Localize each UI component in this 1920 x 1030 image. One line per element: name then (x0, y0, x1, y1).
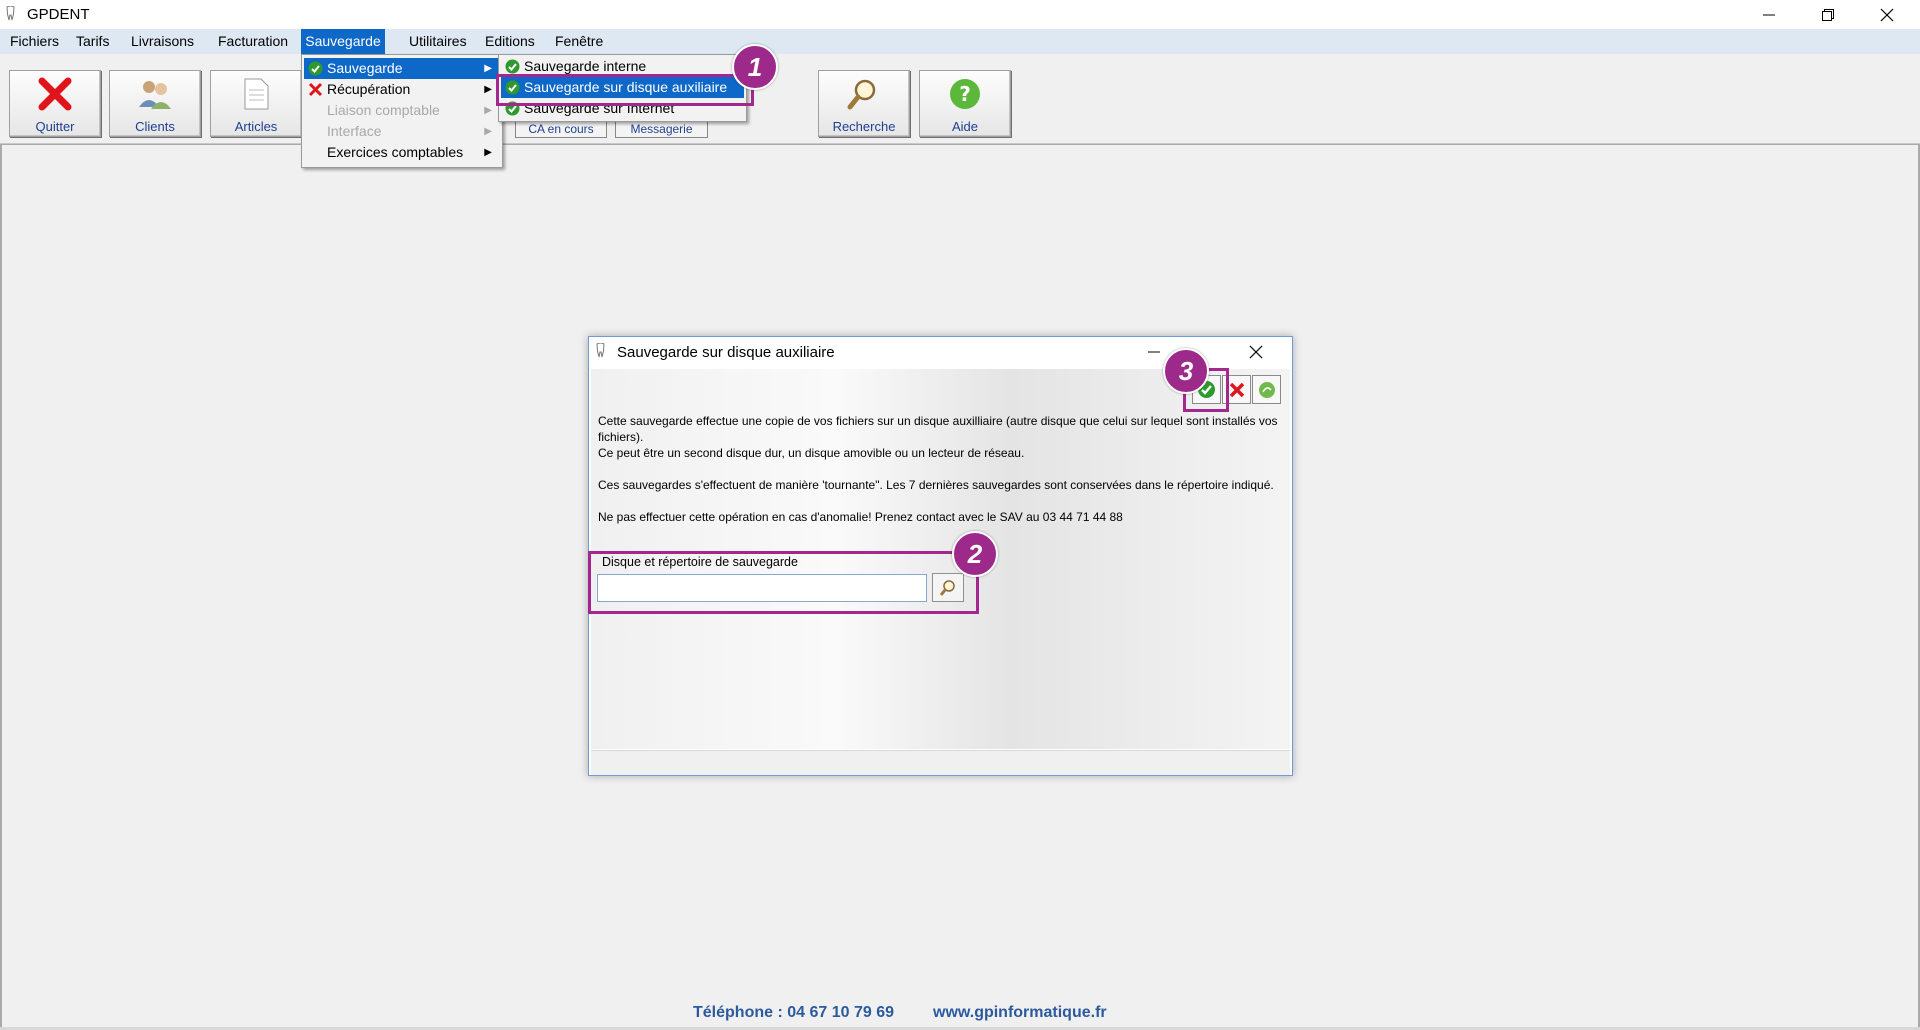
menu-item-label: Récupération (327, 81, 411, 97)
menu-item-recuperation[interactable]: Récupération ▶ (304, 79, 500, 100)
description-line-1b: Ce peut être un second disque dur, un di… (598, 446, 1025, 460)
clients-label: Clients (135, 119, 175, 134)
submenu-arrow-icon: ▶ (484, 147, 492, 158)
document-icon (244, 78, 269, 110)
tooth-app-icon (596, 343, 605, 358)
aide-button[interactable]: ? Aide (919, 70, 1011, 137)
menu-utilitaires[interactable]: Utilitaires (403, 29, 473, 54)
description-line-3: Ne pas effectuer cette opération en cas … (598, 510, 1123, 524)
minimize-icon (1148, 351, 1160, 353)
highlight-box-1 (496, 74, 754, 106)
menu-item-label: Sauvegarde (327, 60, 403, 76)
menu-fichiers[interactable]: Fichiers (4, 29, 65, 54)
dialog-close-button[interactable] (1234, 337, 1278, 367)
menu-fenetre[interactable]: Fenêtre (549, 29, 609, 54)
red-x-icon (308, 82, 323, 97)
articles-button[interactable]: Articles (210, 70, 302, 137)
description-line-2: Ces sauvegardes s'effectuent de manière … (598, 478, 1274, 492)
menu-bar: Fichiers Tarifs Livraisons Facturation S… (0, 29, 1920, 54)
menu-editions[interactable]: Editions (479, 29, 541, 54)
title-bar: GPDENT (0, 0, 1920, 29)
submenu-arrow-icon: ▶ (484, 126, 492, 137)
ca-en-cours-button[interactable]: CA en cours (515, 120, 607, 138)
red-x-icon (38, 77, 72, 111)
menu-item-label: Interface (327, 123, 382, 139)
help-icon: ? (950, 79, 980, 109)
info-button[interactable] (1252, 375, 1281, 404)
minimize-icon (1763, 14, 1775, 15)
submenu-arrow-icon: ▶ (484, 105, 492, 116)
menu-item-liaison-comptable[interactable]: Liaison comptable ▶ (304, 100, 500, 121)
red-x-icon (1229, 382, 1244, 397)
recherche-label: Recherche (832, 119, 896, 134)
green-globe-icon (1258, 381, 1275, 398)
menu-item-interface[interactable]: Interface ▶ (304, 121, 500, 142)
window-title: GPDENT (27, 6, 90, 23)
footer-phone: Téléphone : 04 67 10 79 69 (693, 1004, 894, 1021)
annotation-badge-2: 2 (952, 531, 998, 577)
highlight-box-2 (588, 551, 979, 614)
tooth-app-icon (6, 6, 15, 21)
submenu-arrow-icon: ▶ (484, 63, 492, 74)
menu-tarifs[interactable]: Tarifs (70, 29, 115, 54)
menu-item-label: Sauvegarde interne (524, 58, 647, 74)
articles-label: Articles (234, 119, 278, 134)
submenu-arrow-icon: ▶ (484, 84, 492, 95)
close-button[interactable] (1858, 0, 1916, 29)
quitter-button[interactable]: Quitter (9, 70, 101, 137)
annotation-badge-3: 3 (1163, 348, 1209, 394)
menu-sauvegarde[interactable]: Sauvegarde (301, 29, 385, 54)
restore-button[interactable] (1799, 0, 1857, 29)
restore-icon (1822, 8, 1834, 21)
annotation-badge-1: 1 (732, 44, 778, 90)
menu-item-sauvegarde[interactable]: Sauvegarde ▶ (304, 58, 500, 79)
description-line-1: Cette sauvegarde effectue une copie de v… (598, 414, 1278, 444)
users-icon (139, 81, 171, 109)
close-icon (1880, 8, 1894, 21)
minimize-button[interactable] (1740, 0, 1798, 29)
green-check-icon (505, 59, 520, 74)
svg-text:?: ? (959, 82, 971, 106)
magnifier-icon (847, 79, 876, 110)
menu-livraisons[interactable]: Livraisons (125, 29, 200, 54)
clients-button[interactable]: Clients (109, 70, 201, 137)
dialog-title: Sauvegarde sur disque auxiliaire (617, 344, 835, 361)
footer-website: www.gpinformatique.fr (933, 1004, 1107, 1021)
menu-item-label: Exercices comptables (327, 144, 464, 160)
aide-label: Aide (951, 119, 979, 134)
menu-item-label: Liaison comptable (327, 102, 440, 118)
green-check-icon (308, 61, 323, 76)
toolbar: Quitter Clients Articles Recherche ? Aid… (0, 54, 1920, 144)
messagerie-button[interactable]: Messagerie (615, 120, 708, 138)
menu-facturation[interactable]: Facturation (212, 29, 294, 54)
menu-item-exercices-comptables[interactable]: Exercices comptables ▶ (304, 142, 500, 163)
close-icon (1249, 345, 1263, 359)
recherche-button[interactable]: Recherche (818, 70, 910, 137)
dialog-status-bar (591, 750, 1290, 775)
quitter-label: Quitter (35, 119, 75, 134)
sauvegarde-menu: Sauvegarde ▶ Récupération ▶ Liaison comp… (301, 54, 503, 168)
dialog-description: Cette sauvegarde effectue une copie de v… (598, 413, 1288, 525)
